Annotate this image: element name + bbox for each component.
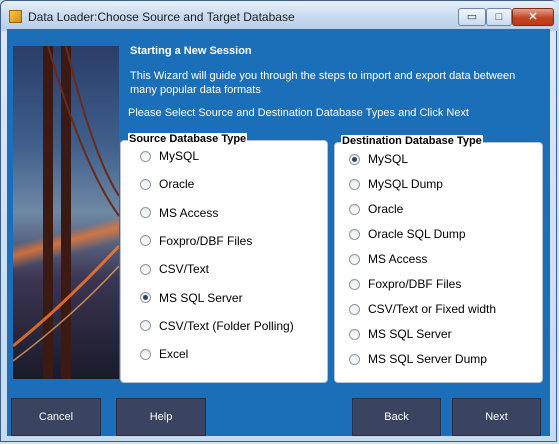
destination-radio-label: Oracle SQL Dump	[368, 227, 466, 241]
destination-radio-label: MS SQL Server	[368, 327, 452, 341]
destination-radio-label: Oracle	[368, 202, 404, 216]
radio-button-icon[interactable]	[140, 235, 151, 247]
help-button[interactable]: Help	[116, 398, 206, 436]
radio-button-icon[interactable]	[349, 153, 360, 165]
radio-button-icon[interactable]	[349, 178, 360, 190]
destination-radio-label: MS SQL Server Dump	[368, 352, 487, 366]
source-radio-option[interactable]: MS SQL Server	[140, 289, 243, 307]
minimize-button[interactable]: ▭	[458, 8, 486, 26]
source-radio-label: MS Access	[159, 205, 219, 220]
destination-radio-option[interactable]: Oracle	[349, 200, 403, 218]
title-bar[interactable]: Data Loader:Choose Source and Target Dat…	[1, 1, 558, 31]
source-radio-label: MS SQL Server	[159, 290, 243, 305]
source-radio-option[interactable]: CSV/Text	[140, 260, 209, 278]
destination-radio-option[interactable]: MS SQL Server	[349, 325, 452, 343]
radio-button-icon[interactable]	[349, 328, 360, 340]
radio-button-icon[interactable]	[140, 178, 151, 190]
radio-button-icon[interactable]	[140, 348, 151, 360]
destination-radio-label: CSV/Text or Fixed width	[368, 302, 497, 316]
source-type-legend: Source Database Type	[128, 133, 248, 145]
radio-button-icon[interactable]	[349, 203, 360, 215]
source-radio-label: Foxpro/DBF Files	[159, 233, 253, 248]
radio-button-icon[interactable]	[349, 353, 360, 365]
destination-radio-label: Foxpro/DBF Files	[368, 277, 462, 291]
window-title: Data Loader:Choose Source and Target Dat…	[28, 10, 295, 24]
destination-radio-option[interactable]: Foxpro/DBF Files	[349, 275, 461, 293]
intro-heading: Starting a New Session	[130, 45, 252, 57]
source-radio-label: Excel	[159, 347, 189, 362]
radio-button-icon[interactable]	[140, 263, 151, 275]
radio-button-icon[interactable]	[140, 320, 151, 332]
intro-description: This Wizard will guide you through the s…	[130, 70, 516, 96]
maximize-button[interactable]: □	[486, 8, 512, 26]
destination-radio-option[interactable]: MySQL	[349, 150, 408, 168]
source-radio-option[interactable]: Excel	[140, 345, 188, 363]
back-button[interactable]: Back	[352, 398, 441, 436]
destination-radio-option[interactable]: CSV/Text or Fixed width	[349, 300, 496, 318]
radio-button-icon[interactable]	[140, 150, 151, 162]
radio-button-icon[interactable]	[349, 253, 360, 265]
radio-button-icon[interactable]	[140, 207, 151, 219]
cancel-button[interactable]: Cancel	[11, 398, 101, 436]
intro-instruction: Please Select Source and Destination Dat…	[128, 107, 469, 119]
source-radio-label: CSV/Text	[159, 262, 210, 277]
next-button[interactable]: Next	[452, 398, 541, 436]
source-radio-option[interactable]: Oracle	[140, 175, 194, 193]
destination-radio-option[interactable]: MySQL Dump	[349, 175, 443, 193]
destination-radio-option[interactable]: Oracle SQL Dump	[349, 225, 466, 243]
destination-radio-label: MS Access	[368, 252, 428, 266]
destination-type-legend: Destination Database Type	[341, 135, 483, 147]
source-radio-option[interactable]: MySQL	[140, 147, 199, 165]
radio-button-icon[interactable]	[349, 303, 360, 315]
source-radio-label: MySQL	[159, 149, 200, 163]
destination-radio-label: MySQL Dump	[368, 177, 443, 191]
source-radio-label: CSV/Text (Folder Polling)	[159, 318, 294, 333]
destination-radio-label: MySQL	[368, 152, 409, 166]
app-icon	[9, 10, 22, 23]
golden-gate-bridge-image	[13, 46, 119, 379]
source-radio-option[interactable]: CSV/Text (Folder Polling)	[140, 317, 294, 335]
close-button[interactable]: ✕	[512, 8, 554, 26]
source-radio-option[interactable]: MS Access	[140, 204, 218, 222]
radio-button-icon[interactable]	[349, 278, 360, 290]
radio-button-icon[interactable]	[140, 292, 151, 303]
source-radio-label: Oracle	[159, 177, 195, 192]
bridge-cables-graphic	[13, 46, 119, 362]
source-radio-option[interactable]: Foxpro/DBF Files	[140, 232, 252, 250]
destination-radio-option[interactable]: MS Access	[349, 250, 427, 268]
destination-radio-option[interactable]: MS SQL Server Dump	[349, 350, 487, 368]
radio-button-icon[interactable]	[349, 228, 360, 240]
